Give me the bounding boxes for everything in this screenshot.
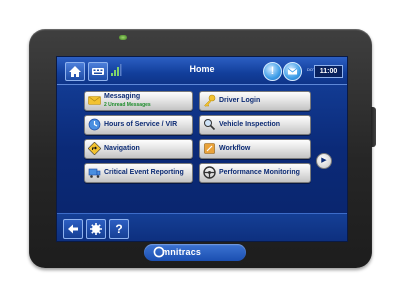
navigation-label: Navigation xyxy=(104,145,140,152)
brand-logo: mnitracs xyxy=(144,244,246,261)
next-page-button[interactable]: ▶ xyxy=(316,153,332,169)
help-icon: ? xyxy=(115,222,123,236)
signal-indicator xyxy=(110,62,122,79)
home-button[interactable] xyxy=(65,62,85,81)
steering-wheel-icon xyxy=(203,166,216,179)
mail-button[interactable] xyxy=(283,62,302,81)
keyboard-icon xyxy=(92,68,104,75)
back-arrow-icon xyxy=(68,224,78,234)
vehicle-inspection-label: Vehicle Inspection xyxy=(219,121,281,128)
tablet-device: Home ! DOT 11:00 Messaging 2 Unread Mess… xyxy=(29,29,376,268)
page-title: Home xyxy=(189,64,215,74)
messaging-button[interactable]: Messaging 2 Unread Messages xyxy=(84,91,193,111)
alert-icon: ! xyxy=(270,65,275,77)
help-button[interactable]: ? xyxy=(109,219,129,239)
hours-of-service-button[interactable]: Hours of Service / VIR xyxy=(84,115,193,135)
keyboard-button[interactable] xyxy=(88,62,108,81)
power-led xyxy=(119,35,127,40)
screen: Home ! DOT 11:00 Messaging 2 Unread Mess… xyxy=(56,56,348,242)
clock-display: 11:00 xyxy=(314,65,343,78)
workflow-icon xyxy=(204,143,215,154)
messaging-label: Messaging xyxy=(104,93,141,100)
magnifier-truck-icon xyxy=(204,119,216,131)
unread-count: 2 Unread Messages xyxy=(104,102,151,108)
envelope-icon xyxy=(88,96,101,105)
vehicle-inspection-button[interactable]: Vehicle Inspection xyxy=(199,115,311,135)
driver-login-label: Driver Login xyxy=(219,97,261,104)
settings-button[interactable] xyxy=(86,219,106,239)
key-icon xyxy=(204,94,216,107)
gear-icon xyxy=(90,223,102,235)
truck-alert-icon xyxy=(88,168,101,178)
side-button xyxy=(371,107,376,147)
brand-name: mnitracs xyxy=(162,247,202,257)
back-button[interactable] xyxy=(63,219,83,239)
next-arrow-icon: ▶ xyxy=(321,157,327,164)
signal-icon xyxy=(111,64,122,76)
navigation-button[interactable]: Navigation xyxy=(84,139,193,159)
bottom-toolbar: ? xyxy=(57,213,347,241)
driver-login-button[interactable]: Driver Login xyxy=(199,91,311,111)
performance-monitoring-button[interactable]: Performance Monitoring xyxy=(199,163,311,183)
critical-event-reporting-button[interactable]: Critical Event Reporting xyxy=(84,163,193,183)
workflow-button[interactable]: Workflow xyxy=(199,139,311,159)
critical-event-label: Critical Event Reporting xyxy=(104,169,184,176)
mail-icon xyxy=(287,68,298,75)
navigation-sign-icon xyxy=(88,142,101,155)
alert-button[interactable]: ! xyxy=(263,62,282,81)
clock-icon xyxy=(88,118,101,131)
home-icon xyxy=(69,66,81,77)
hours-of-service-label: Hours of Service / VIR xyxy=(104,121,178,128)
workflow-label: Workflow xyxy=(219,145,251,152)
main-menu: Messaging 2 Unread Messages Driver Login… xyxy=(57,85,347,213)
clock-area: DOT 11:00 xyxy=(307,65,343,78)
performance-monitoring-label: Performance Monitoring xyxy=(219,169,300,176)
status-bar: Home ! DOT 11:00 xyxy=(57,57,347,85)
